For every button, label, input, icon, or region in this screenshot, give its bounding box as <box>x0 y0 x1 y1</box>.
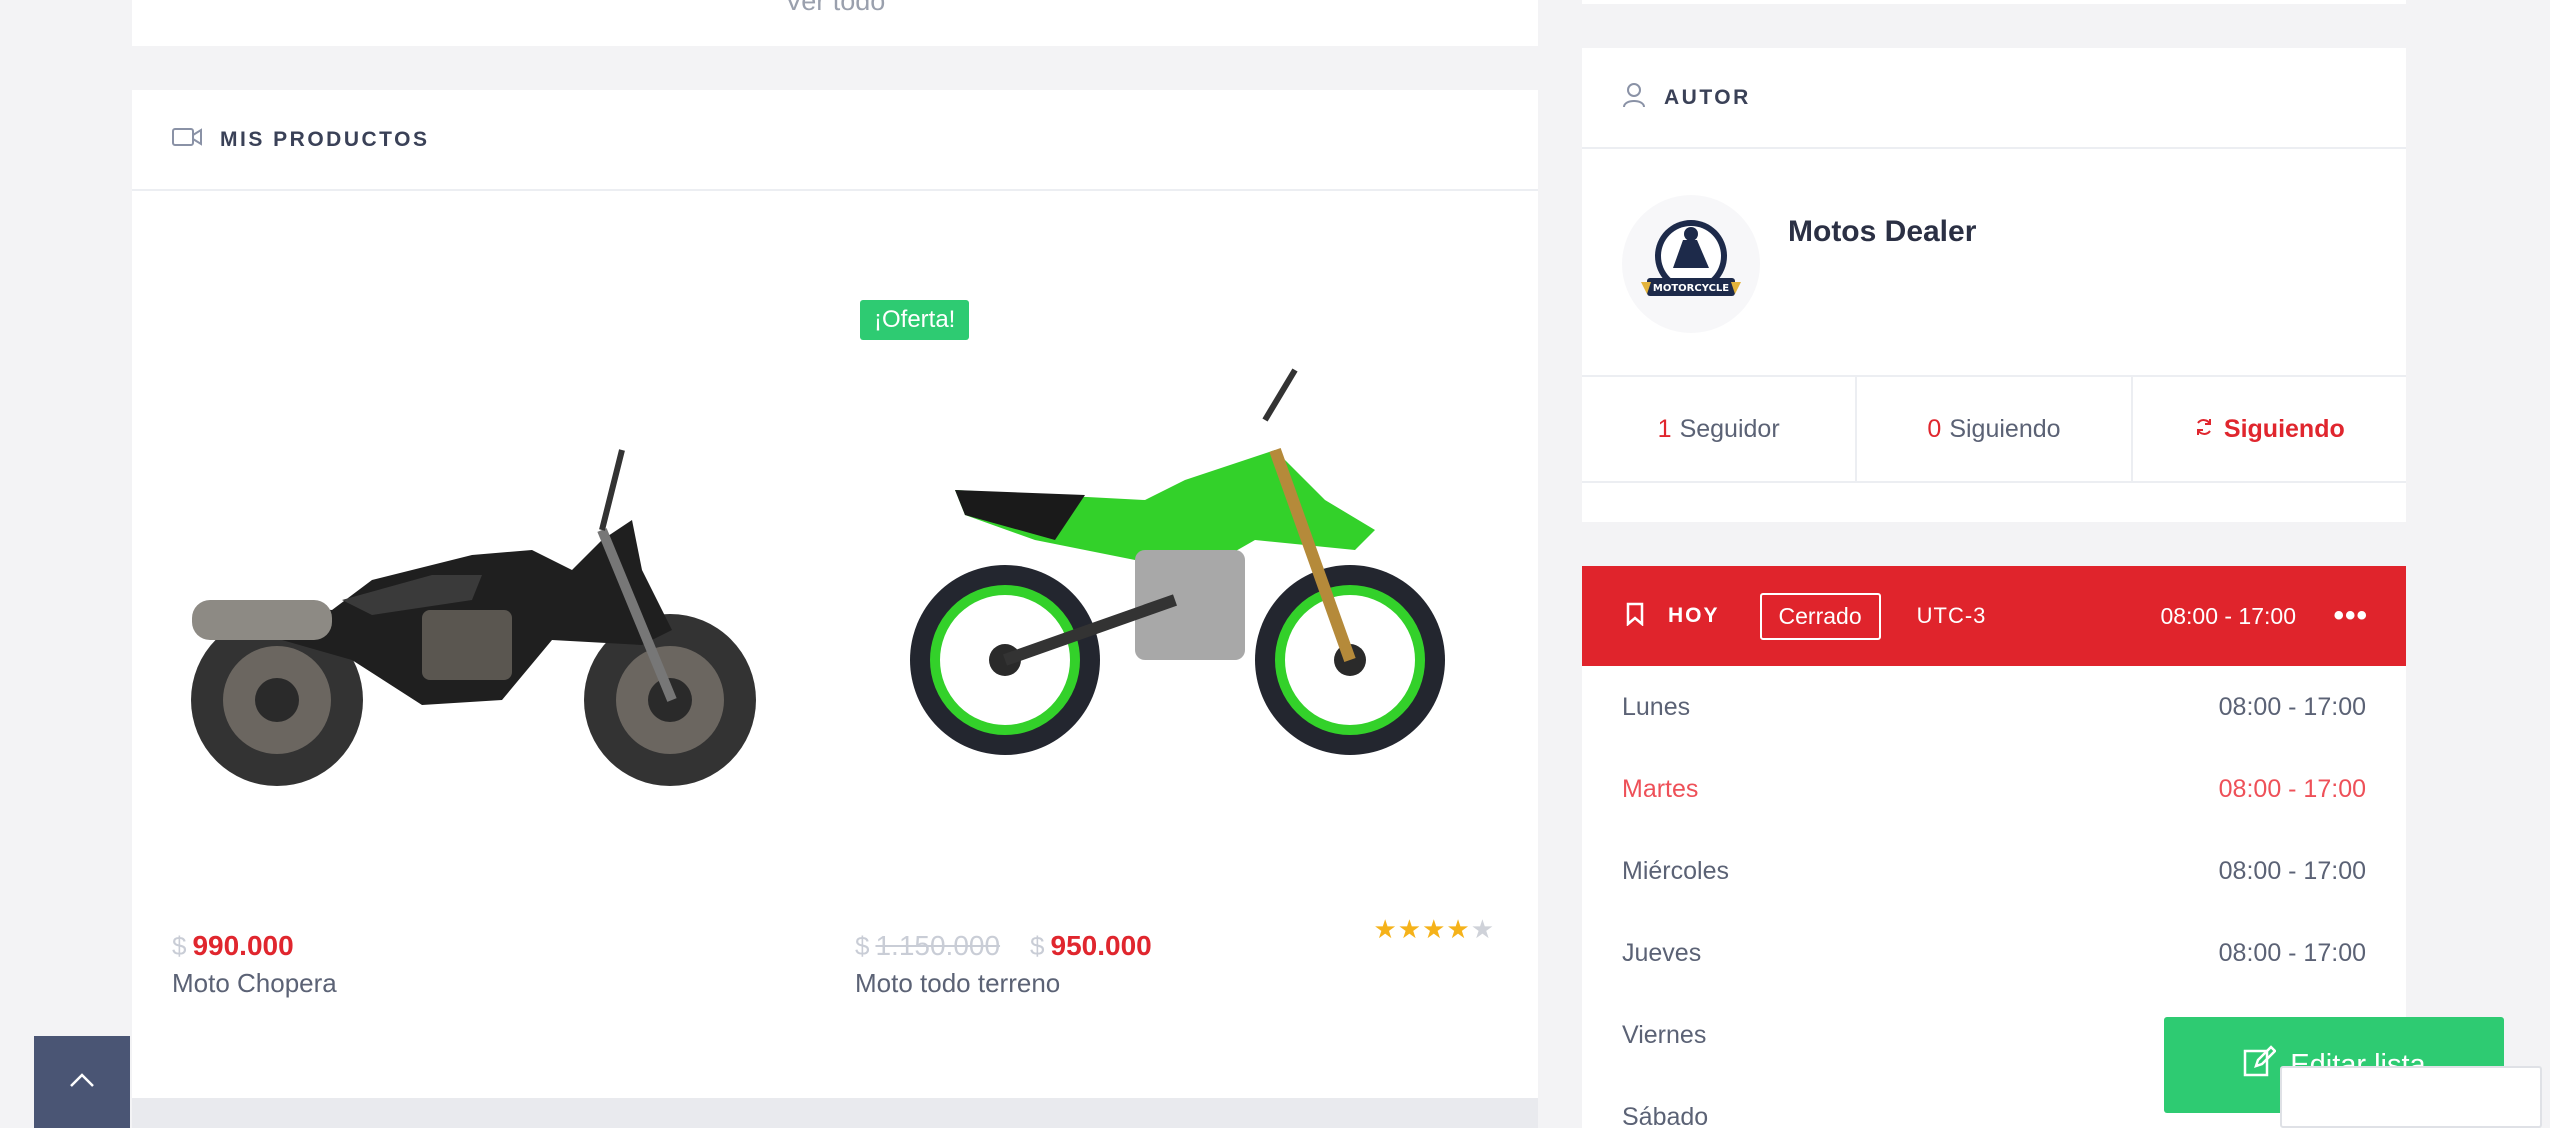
product-image[interactable] <box>172 300 812 840</box>
currency-symbol: $ <box>172 931 187 961</box>
follow-stats: 1 Seguidor 0 Siguiendo Siguiendo <box>1582 377 2406 483</box>
chevron-up-icon <box>68 1071 96 1094</box>
today-range: 08:00 - 17:00 <box>2160 602 2296 629</box>
status-badge: Cerrado <box>1759 592 1881 640</box>
sale-badge: ¡Oferta! <box>860 300 970 340</box>
product-name[interactable]: Moto todo terreno <box>855 968 1060 999</box>
top-right-card <box>1582 0 2406 4</box>
today-label: HOY <box>1668 604 1720 627</box>
follow-button[interactable]: Siguiendo <box>2133 377 2406 481</box>
product-price-row: $ 1.150.000 $ 950.000 <box>855 930 1152 962</box>
day-row-today: Martes 08:00 - 17:00 <box>1622 774 2366 803</box>
star-filled-icon: ★ <box>1446 914 1471 944</box>
products-card: MIS PRODUCTOS $ 990.000 Moto Chopera ¡Of… <box>132 90 1538 1098</box>
day-row: Lunes 08:00 - 17:00 <box>1622 692 2366 721</box>
product-card[interactable]: $ 990.000 Moto Chopera <box>172 300 812 998</box>
day-row: Jueves 08:00 - 17:00 <box>1622 938 2366 967</box>
author-section-title: AUTOR <box>1664 85 1751 109</box>
timezone-label: UTC-3 <box>1916 603 1987 628</box>
product-price: 950.000 <box>1050 930 1152 961</box>
product-card[interactable]: ¡Oferta! $ 1.150.000 $ 950.000 ★★★★★ Mot… <box>855 300 1495 998</box>
author-card: AUTOR MOTORCYCLE Motos Dealer 1 Seguidor… <box>1582 48 2406 522</box>
scroll-to-top-button[interactable] <box>34 1036 130 1128</box>
bookmark-icon <box>1626 602 1644 631</box>
following-count[interactable]: 0 Siguiendo <box>1857 377 2133 481</box>
next-card-edge <box>132 1098 1538 1128</box>
avatar[interactable]: MOTORCYCLE <box>1622 195 1760 333</box>
currency-symbol: $ <box>1030 931 1045 961</box>
refresh-icon <box>2194 415 2214 444</box>
product-image[interactable]: ¡Oferta! <box>855 300 1495 840</box>
product-name[interactable]: Moto Chopera <box>172 968 337 999</box>
currency-symbol: $ <box>855 931 870 961</box>
product-price-row: $ 990.000 <box>172 930 294 962</box>
author-header: AUTOR <box>1582 48 2406 149</box>
products-title: MIS PRODUCTOS <box>220 127 430 151</box>
product-price: 990.000 <box>192 930 294 961</box>
old-price: 1.150.000 <box>875 930 1001 961</box>
user-icon <box>1622 82 1646 113</box>
rating-stars: ★★★★★ <box>1373 914 1495 945</box>
popup-panel <box>2280 1066 2542 1128</box>
star-filled-icon: ★ <box>1397 914 1423 944</box>
video-camera-icon <box>172 127 202 152</box>
star-empty-icon: ★ <box>1470 914 1495 944</box>
products-header: MIS PRODUCTOS <box>132 90 1538 191</box>
top-card: Ver todo <box>132 0 1538 46</box>
view-all-link[interactable]: Ver todo <box>132 0 1538 17</box>
followers-count[interactable]: 1 Seguidor <box>1582 377 1858 481</box>
hours-header: HOY Cerrado UTC-3 08:00 - 17:00 ••• <box>1582 566 2406 666</box>
star-filled-icon: ★ <box>1373 914 1398 944</box>
author-name[interactable]: Motos Dealer <box>1788 215 1976 249</box>
more-options-icon[interactable]: ••• <box>2333 599 2368 633</box>
star-filled-icon: ★ <box>1422 914 1447 944</box>
svg-text:MOTORCYCLE: MOTORCYCLE <box>1653 283 1729 294</box>
edit-icon <box>2242 1044 2278 1086</box>
day-row: Miércoles 08:00 - 17:00 <box>1622 856 2366 885</box>
author-body: MOTORCYCLE Motos Dealer <box>1582 149 2406 377</box>
